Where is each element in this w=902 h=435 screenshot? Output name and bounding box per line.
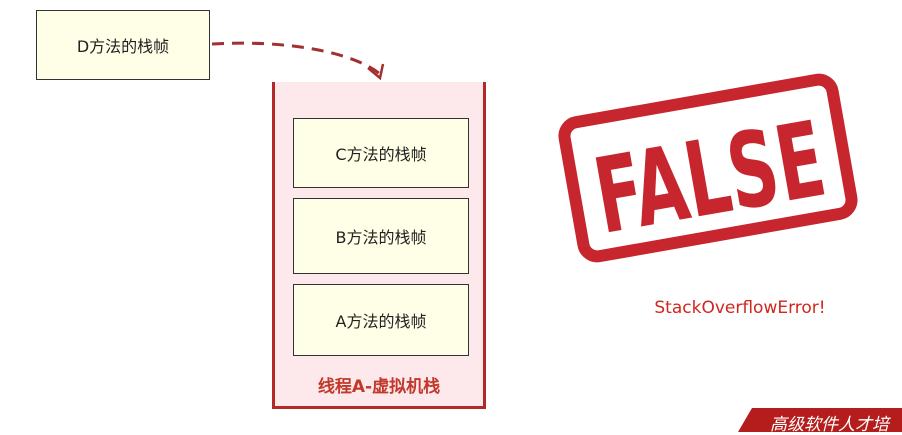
stack-frame-a-label: A方法的栈帧 bbox=[335, 312, 427, 331]
stack-frame-c-label: C方法的栈帧 bbox=[335, 145, 427, 164]
banner-text: 高级软件人才培 bbox=[770, 415, 889, 435]
stack-frame-b: B方法的栈帧 bbox=[293, 198, 469, 274]
stack-label: 线程A-虚拟机栈 bbox=[317, 377, 441, 397]
stamp-text: FALSE bbox=[586, 98, 834, 258]
false-stamp: FALSE bbox=[558, 73, 858, 263]
error-text: StackOverflowError! bbox=[654, 298, 826, 318]
push-arrow-line bbox=[211, 41, 381, 76]
stack-frame-a: A方法的栈帧 bbox=[293, 284, 469, 356]
stack-frame-c: C方法的栈帧 bbox=[293, 118, 469, 188]
stack-frame-b-label: B方法的栈帧 bbox=[335, 228, 427, 247]
